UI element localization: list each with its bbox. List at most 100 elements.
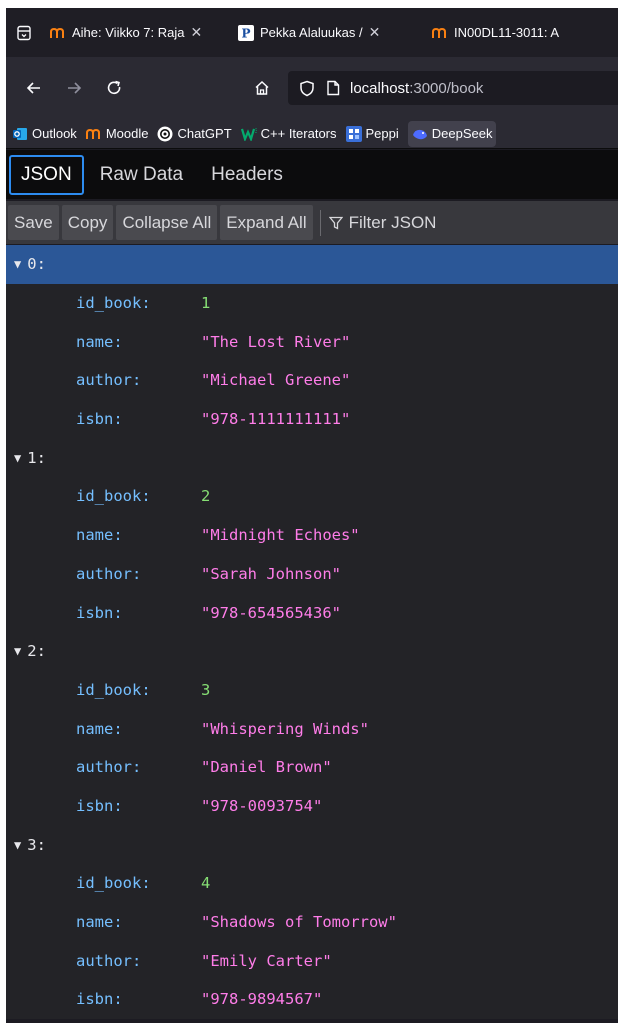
- p-icon: P: [238, 24, 254, 41]
- bookmarks-toolbar: Outlook Moodle ChatGPT 3 C++ Iterators P…: [6, 119, 618, 149]
- tab-headers[interactable]: Headers: [199, 155, 295, 195]
- url-bar[interactable]: localhost:3000/book: [288, 71, 618, 105]
- tree-property-row[interactable]: name: "Shadows of Tomorrow": [6, 902, 618, 942]
- expand-toggle-icon[interactable]: ▼: [14, 644, 21, 658]
- close-tab-icon[interactable]: ✕: [191, 24, 203, 41]
- bookmark-peppi[interactable]: Peppi: [345, 121, 399, 147]
- tab-title: IN00DL11-3011: A: [454, 25, 560, 40]
- copy-button[interactable]: Copy: [61, 205, 114, 240]
- property-value: "Shadows of Tomorrow": [201, 913, 397, 932]
- filter-json-input[interactable]: Filter JSON: [328, 213, 436, 233]
- property-value: 1: [201, 294, 211, 313]
- bookmark-label: Outlook: [32, 126, 77, 141]
- tab-in00dl11[interactable]: IN00DL11-3011: A: [424, 8, 618, 57]
- home-icon: [255, 80, 269, 95]
- property-key: id_book:: [76, 874, 151, 893]
- property-value: 3: [201, 680, 211, 699]
- toolbar-divider: [319, 209, 321, 236]
- forward-button[interactable]: [58, 72, 90, 104]
- bookmark-deepseek[interactable]: DeepSeek: [407, 120, 497, 147]
- tree-property-row[interactable]: author: "Michael Greene": [6, 361, 618, 400]
- tab-title: Pekka Alaluukas /: [260, 25, 363, 40]
- tree-property-row[interactable]: id_book: 3: [6, 670, 618, 710]
- property-key: id_book:: [76, 680, 151, 699]
- tree-property-row[interactable]: id_book: 1: [6, 283, 618, 323]
- tree-property-row[interactable]: author: "Daniel Brown": [6, 747, 618, 787]
- bookmark-outlook[interactable]: Outlook: [12, 121, 77, 147]
- tree-property-row[interactable]: isbn: "978-0093754": [6, 786, 618, 826]
- reload-icon: [107, 80, 121, 95]
- property-key: author:: [76, 371, 142, 390]
- home-button[interactable]: [246, 72, 278, 104]
- property-key: name:: [76, 526, 123, 545]
- list-all-tabs-button[interactable]: [6, 8, 42, 57]
- tree-property-row[interactable]: author: "Sarah Johnson": [6, 554, 618, 594]
- tab-raw-data[interactable]: Raw Data: [88, 155, 195, 195]
- object-index: 2:: [27, 642, 46, 661]
- object-index: 1:: [27, 448, 46, 467]
- tab-json[interactable]: JSON: [9, 154, 84, 195]
- tree-property-row[interactable]: name: "The Lost River": [6, 322, 618, 362]
- tree-property-row[interactable]: name: "Whispering Winds": [6, 709, 618, 748]
- expand-toggle-icon[interactable]: ▼: [14, 838, 21, 852]
- json-viewer-tabs: JSON Raw Data Headers: [6, 150, 618, 199]
- back-button[interactable]: [18, 72, 50, 104]
- property-key: author:: [76, 564, 142, 583]
- property-key: author:: [76, 758, 142, 777]
- expand-toggle-icon[interactable]: ▼: [14, 257, 21, 271]
- tree-object-row[interactable]: ▼ 3:: [6, 825, 618, 864]
- expand-toggle-icon[interactable]: ▼: [14, 451, 21, 465]
- expand-all-button[interactable]: Expand All: [220, 205, 313, 240]
- property-value: "Midnight Echoes": [201, 526, 360, 545]
- moodle-icon: [85, 126, 102, 142]
- svg-text:P: P: [241, 26, 250, 40]
- property-value: "978-1111111111": [201, 410, 351, 429]
- bookmark-moodle[interactable]: Moodle: [85, 121, 149, 147]
- reload-button[interactable]: [98, 72, 130, 104]
- property-value: "Daniel Brown": [201, 758, 332, 777]
- outlook-icon: [12, 126, 28, 142]
- bookmark-chatgpt[interactable]: ChatGPT: [157, 121, 232, 147]
- bookmark-label: DeepSeek: [431, 126, 493, 141]
- tree-object-row[interactable]: ▼ 1:: [6, 438, 618, 478]
- bookmark-cpp-iterators[interactable]: 3 C++ Iterators: [240, 121, 337, 147]
- save-button[interactable]: Save: [8, 205, 59, 240]
- property-key: isbn:: [76, 603, 123, 622]
- bookmark-label: C++ Iterators: [260, 126, 337, 141]
- bookmark-label: ChatGPT: [177, 126, 232, 141]
- tree-property-row[interactable]: isbn: "978-654565436": [6, 593, 618, 632]
- tab-pekka-alaluukas[interactable]: P Pekka Alaluukas / ✕: [230, 8, 424, 57]
- property-key: author:: [76, 951, 142, 970]
- tree-property-row[interactable]: id_book: 4: [6, 864, 618, 903]
- tree-property-row[interactable]: name: "Midnight Echoes": [6, 515, 618, 555]
- close-tab-icon[interactable]: ✕: [369, 24, 381, 41]
- tree-property-row[interactable]: id_book: 2: [6, 477, 618, 516]
- tab-list-icon: [17, 25, 31, 40]
- url-host: localhost: [350, 79, 410, 97]
- moodle-icon: [432, 25, 448, 41]
- tree-object-row[interactable]: ▼ 0:: [6, 245, 618, 284]
- moodle-icon: [50, 25, 66, 41]
- property-value: 2: [201, 487, 211, 506]
- peppi-icon: [345, 125, 362, 142]
- url-text[interactable]: localhost:3000/book: [350, 80, 483, 97]
- tree-property-row[interactable]: author: "Emily Carter": [6, 941, 618, 981]
- tab-moodle-aihe[interactable]: Aihe: Viikko 7: Raja ✕: [42, 8, 230, 57]
- tab-bar: Aihe: Viikko 7: Raja ✕ P Pekka Alaluukas…: [6, 8, 618, 57]
- collapse-all-button[interactable]: Collapse All: [116, 205, 218, 240]
- property-value: "Michael Greene": [201, 371, 351, 390]
- property-key: name:: [76, 332, 123, 351]
- object-index: 0:: [27, 255, 46, 274]
- tree-property-row[interactable]: isbn: "978-9894567": [6, 980, 618, 1019]
- property-key: isbn:: [76, 796, 123, 815]
- navigation-bar: localhost:3000/book: [6, 57, 618, 119]
- property-key: name:: [76, 719, 123, 738]
- json-tree: ▼ 0: id_book: 1 name: "The Lost River" aut…: [6, 245, 618, 1019]
- page-icon[interactable]: [324, 79, 342, 97]
- bookmark-label: Moodle: [105, 126, 149, 141]
- property-value: "978-654565436": [201, 603, 341, 622]
- object-index: 3:: [27, 835, 46, 854]
- tree-property-row[interactable]: isbn: "978-1111111111": [6, 399, 618, 439]
- tree-object-row[interactable]: ▼ 2:: [6, 631, 618, 671]
- shield-icon[interactable]: [298, 79, 316, 97]
